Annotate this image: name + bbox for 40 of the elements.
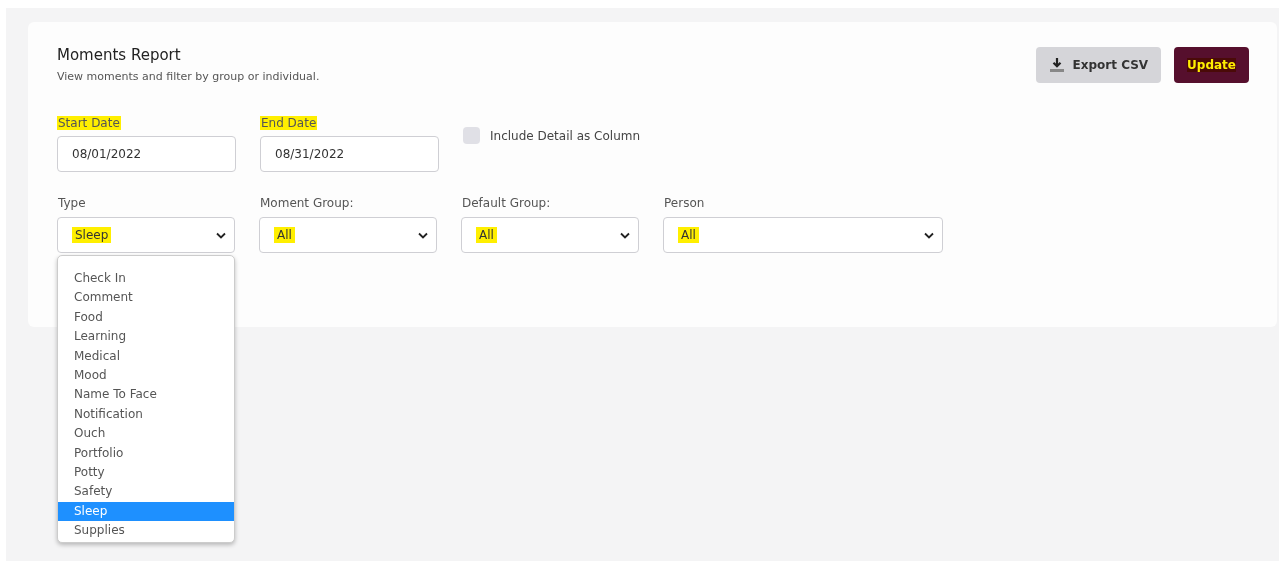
dropdown-option[interactable]: Medical — [58, 346, 234, 366]
checkbox-label: Include Detail as Column — [490, 128, 641, 143]
dropdown-option[interactable]: Name To Face — [58, 385, 234, 405]
chevron-down-icon — [216, 231, 226, 239]
select-value: Sleep — [72, 227, 112, 243]
export-button[interactable]: Export CSV — [1035, 47, 1162, 83]
select-value: All — [274, 227, 295, 243]
checkbox[interactable] — [463, 127, 480, 144]
chevron-down-icon — [418, 231, 428, 239]
select-field[interactable]: All — [663, 217, 943, 253]
dropdown-option[interactable]: Portfolio — [58, 443, 234, 463]
field-label: Moment Group: — [259, 196, 355, 210]
dropdown-option[interactable]: Ouch — [58, 424, 234, 444]
select-field[interactable]: Sleep — [57, 217, 235, 253]
field-label: Type — [57, 196, 87, 210]
chevron-down-icon — [924, 231, 934, 239]
dropdown-option[interactable]: Food — [58, 307, 234, 328]
dropdown-option[interactable]: Supplies — [58, 521, 234, 541]
select-value: All — [476, 227, 497, 243]
field-label: Person — [663, 196, 706, 210]
chevron-down-icon — [620, 231, 630, 239]
download-icon — [1048, 57, 1065, 73]
dropdown-option[interactable]: Mood — [58, 365, 234, 386]
dropdown-option[interactable]: Learning — [58, 327, 234, 347]
page-subtitle: View moments and filter by group or individual. — [57, 70, 320, 83]
dropdown-option[interactable]: Safety — [58, 482, 234, 502]
select-value: All — [678, 227, 699, 243]
field-label: End Date — [260, 116, 318, 130]
dropdown-option[interactable]: Notification — [58, 404, 234, 425]
dropdown-option[interactable]: Check In — [58, 269, 234, 289]
date-input[interactable]: 08/01/2022 — [57, 136, 236, 172]
dropdown-option[interactable]: Potty — [58, 462, 234, 483]
update-button[interactable]: Update — [1174, 47, 1249, 83]
field-label: Start Date — [57, 116, 121, 130]
dropdown-option[interactable]: Comment — [58, 288, 234, 308]
page-title: Moments Report — [57, 46, 182, 64]
field-label: Default Group: — [461, 196, 552, 210]
date-input[interactable]: 08/31/2022 — [260, 136, 439, 172]
select-field[interactable]: All — [461, 217, 639, 253]
select-field[interactable]: All — [259, 217, 437, 253]
